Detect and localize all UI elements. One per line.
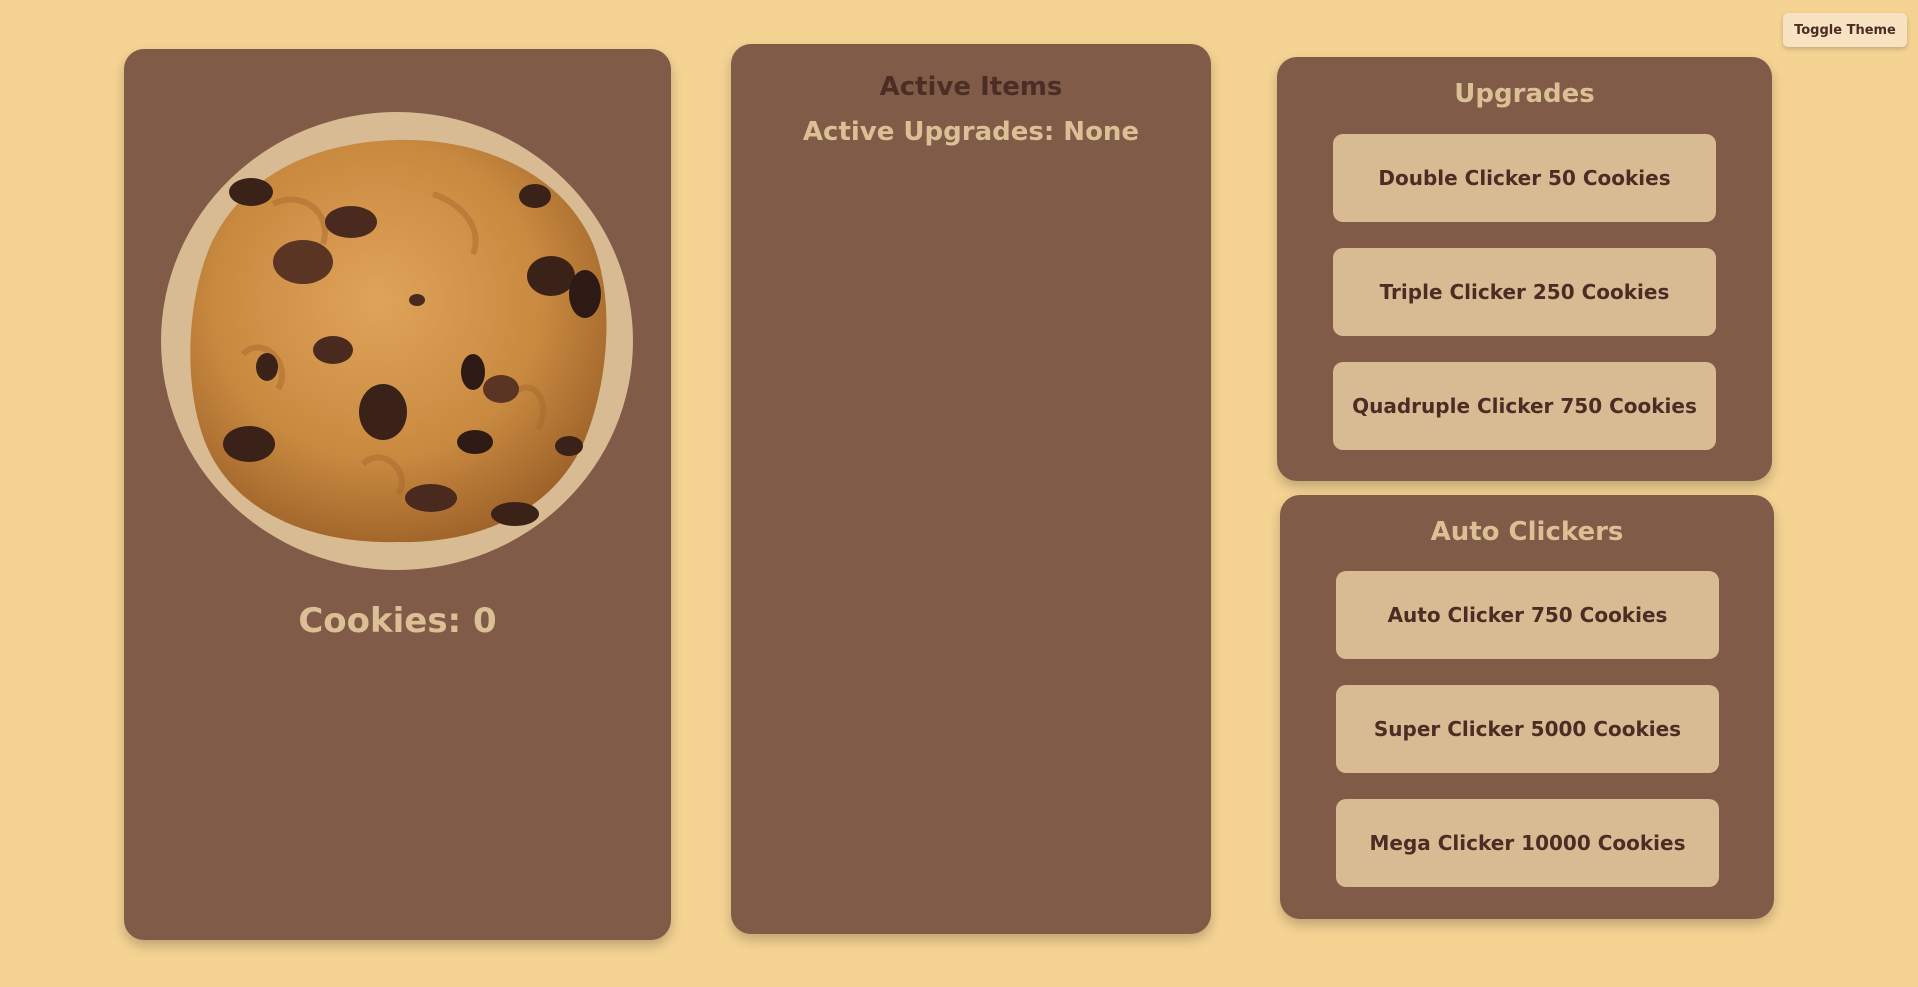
mega-clicker-button[interactable]: Mega Clicker 10000 Cookies xyxy=(1336,799,1719,887)
triple-clicker-button[interactable]: Triple Clicker 250 Cookies xyxy=(1333,248,1716,336)
auto-clicker-button[interactable]: Auto Clicker 750 Cookies xyxy=(1336,571,1719,659)
upgrades-panel: Upgrades Double Clicker 50 Cookies Tripl… xyxy=(1277,57,1772,481)
auto-clickers-title: Auto Clickers xyxy=(1430,517,1624,547)
auto-clickers-panel: Auto Clickers Auto Clicker 750 Cookies S… xyxy=(1280,495,1774,919)
double-clicker-button[interactable]: Double Clicker 50 Cookies xyxy=(1333,134,1716,222)
cookie-panel: Cookies: 0 xyxy=(124,49,671,940)
cookie-button[interactable] xyxy=(161,112,633,570)
upgrades-title: Upgrades xyxy=(1454,79,1595,109)
quadruple-clicker-button[interactable]: Quadruple Clicker 750 Cookies xyxy=(1333,362,1716,450)
super-clicker-button[interactable]: Super Clicker 5000 Cookies xyxy=(1336,685,1719,773)
active-items-panel: Active Items Active Upgrades: None xyxy=(731,44,1211,934)
toggle-theme-button[interactable]: Toggle Theme xyxy=(1783,13,1907,47)
active-upgrades-text: Active Upgrades: None xyxy=(802,117,1140,147)
cookie-count: Cookies: 0 xyxy=(298,601,497,641)
active-items-title: Active Items xyxy=(879,72,1063,102)
chocolate-chip-cookie-icon xyxy=(190,139,607,543)
